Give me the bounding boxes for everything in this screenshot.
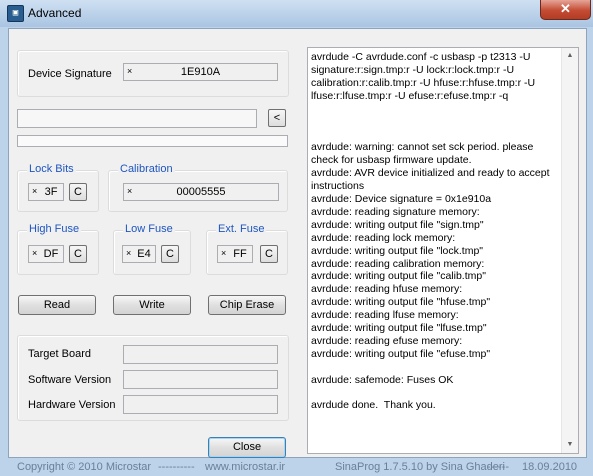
ext-fuse-value: FF (233, 248, 247, 260)
hardware-version-label: Hardware Version (28, 399, 116, 411)
window-title: Advanced (28, 6, 82, 20)
software-version-field (123, 370, 278, 389)
release-date: 18.09.2010 (522, 461, 578, 473)
device-signature-value: 1E910A (180, 66, 221, 78)
lock-bits-value: 3F (44, 186, 58, 198)
scroll-up-icon[interactable]: ▲ (562, 48, 578, 64)
low-fuse-value: E4 (137, 248, 151, 260)
high-fuse-legend: High Fuse (27, 223, 82, 235)
close-button[interactable]: Close (208, 437, 286, 458)
clear-icon: × (221, 248, 227, 258)
calibration-field[interactable]: × 00005555 (123, 183, 279, 201)
hardware-version-field (123, 395, 278, 414)
log-scrollbar[interactable]: ▲ ▼ (561, 48, 578, 453)
ext-fuse-legend: Ext. Fuse (216, 223, 267, 235)
log-text: avrdude -C avrdude.conf -c usbasp -p t23… (311, 51, 550, 412)
device-signature-group: Device Signature × 1E910A (17, 50, 289, 97)
clear-icon: × (32, 186, 38, 196)
write-button[interactable]: Write (113, 295, 191, 315)
ext-fuse-group: Ext. Fuse × FF C (206, 223, 288, 275)
low-fuse-field[interactable]: × E4 (122, 245, 156, 263)
title-bar: ▣ Advanced ✕ (0, 0, 593, 27)
software-version-label: Software Version (28, 374, 112, 386)
lock-bits-group: Lock Bits × 3F C (17, 163, 99, 212)
calibration-legend: Calibration (118, 163, 175, 175)
low-fuse-c-button[interactable]: C (161, 245, 179, 263)
device-signature-field[interactable]: × 1E910A (123, 63, 278, 81)
board-info-group: Target Board Software Version Hardware V… (17, 335, 289, 421)
calibration-value: 00005555 (176, 186, 226, 198)
path-back-button[interactable]: < (268, 109, 286, 127)
target-board-field (123, 345, 278, 364)
lock-bits-legend: Lock Bits (27, 163, 76, 175)
calibration-group: Calibration × 00005555 (108, 163, 288, 212)
chip-erase-button[interactable]: Chip Erase (208, 295, 286, 315)
ext-fuse-field[interactable]: × FF (217, 245, 253, 263)
lock-bits-c-button[interactable]: C (69, 183, 87, 201)
high-fuse-group: High Fuse × DF C (17, 223, 99, 275)
scroll-down-icon[interactable]: ▼ (562, 437, 578, 453)
app-icon: ▣ (7, 5, 24, 22)
high-fuse-c-button[interactable]: C (69, 245, 87, 263)
read-button[interactable]: Read (18, 295, 96, 315)
hex-file-path-input[interactable] (17, 109, 257, 128)
lock-bits-field[interactable]: × 3F (28, 183, 64, 201)
low-fuse-legend: Low Fuse (123, 223, 175, 235)
website-link[interactable]: www.microstar.ir (205, 461, 285, 473)
status-separator: ------ (487, 461, 509, 473)
status-separator: ---------- (158, 461, 195, 473)
avrdude-log-textarea[interactable]: avrdude -C avrdude.conf -c usbasp -p t23… (307, 47, 579, 454)
copyright-text: Copyright © 2010 Microstar (17, 461, 152, 473)
clear-icon: × (126, 248, 132, 258)
device-signature-label: Device Signature (28, 68, 112, 80)
status-bar: Copyright © 2010 Microstar ---------- ww… (0, 457, 593, 476)
ext-fuse-c-button[interactable]: C (260, 245, 278, 263)
low-fuse-group: Low Fuse × E4 C (113, 223, 191, 275)
high-fuse-value: DF (43, 248, 59, 260)
high-fuse-field[interactable]: × DF (28, 245, 64, 263)
dialog-client-area: Device Signature × 1E910A < Lock Bits × … (8, 28, 587, 458)
window-close-button[interactable]: ✕ (540, 0, 591, 20)
clear-icon: × (32, 248, 38, 258)
product-text: SinaProg 1.7.5.10 by Sina Ghaderi (335, 461, 506, 473)
progress-bar (17, 135, 288, 147)
target-board-label: Target Board (28, 348, 91, 360)
